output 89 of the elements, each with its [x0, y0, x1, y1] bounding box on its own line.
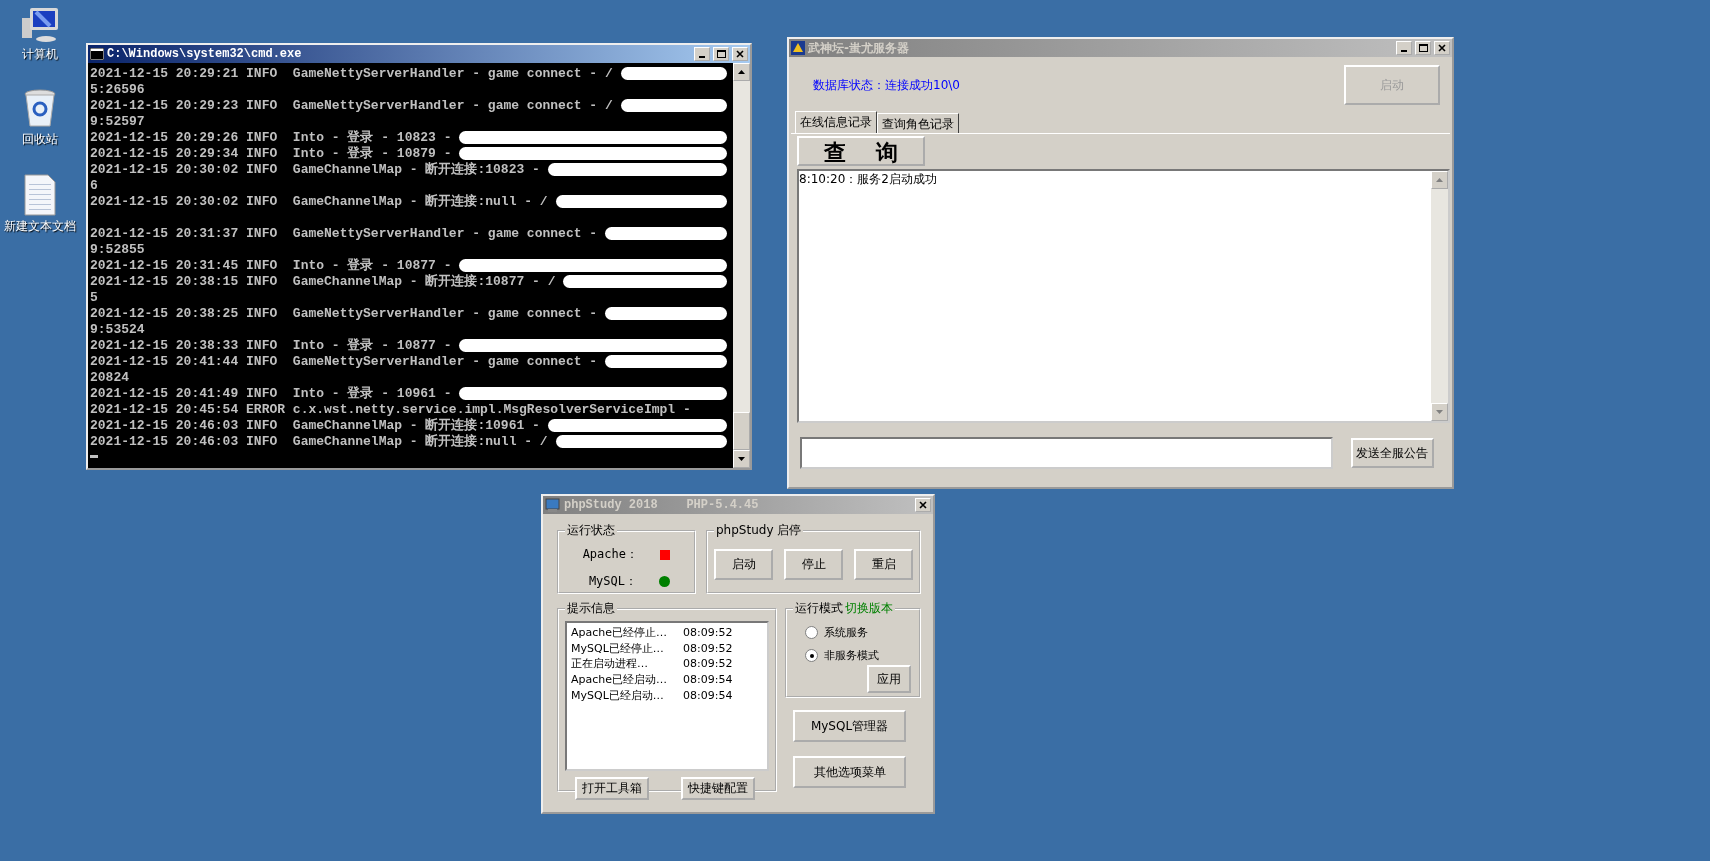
message-text: 正在启动进程…: [571, 656, 649, 672]
console-line: 9:53524: [90, 321, 145, 337]
message-text: MySQL已经启动…: [571, 687, 665, 703]
console-line: 2021-12-15 20:38:25 INFO GameNettyServerHandler - game connect -: [90, 305, 598, 321]
maximize-button[interactable]: [1415, 41, 1431, 55]
service-name: Apache：: [582, 546, 638, 563]
console-line: 2021-12-15 20:30:02 INFO GameChannelMap - 断开连接:10823 -: [90, 161, 540, 178]
group-title: phpStudy 启停: [716, 522, 802, 539]
scrollbar[interactable]: [1431, 171, 1448, 421]
apply-button[interactable]: 应用: [867, 665, 911, 693]
message-time: 08:09:52: [683, 626, 734, 640]
tab[interactable]: 查询角色记录: [877, 113, 959, 133]
send-announcement-button[interactable]: 发送全服公告: [1350, 438, 1434, 468]
message-text: Apache已经启动…: [571, 672, 669, 688]
desktop-icon-label[interactable]: 计算机: [22, 46, 58, 63]
scroll-down-icon: [738, 457, 745, 461]
service-name: MySQL：: [588, 573, 637, 590]
console-line: 2021-12-15 20:41:49 INFO Into - 登录 - 10961 -: [90, 385, 452, 402]
console-line: 2021-12-15 20:46:03 INFO GameChannelMap - 断开连接:null - /: [90, 433, 548, 450]
group-title: 运行状态: [567, 522, 615, 539]
message-time: 08:09:54: [683, 688, 734, 702]
console-line: 2021-12-15 20:29:21 INFO GameNettyServerHandler - game connect - /: [90, 65, 613, 81]
message-text: MySQL已经停止…: [571, 640, 665, 656]
close-icon: [736, 50, 744, 58]
scroll-down-icon: [1436, 410, 1443, 414]
message-text: Apache已经停止…: [571, 625, 669, 641]
message-time: 08:09:54: [683, 673, 734, 687]
console-line: 2021-12-15 20:38:33 INFO Into - 登录 - 10877 -: [90, 337, 452, 354]
console-line: 2021-12-15 20:29:34 INFO Into - 登录 - 10879 -: [90, 145, 452, 162]
console-line: 9:52855: [90, 241, 145, 257]
text-cursor: [90, 455, 98, 458]
console-line: 2021-12-15 20:31:37 INFO GameNettyServerHandler - game connect -: [90, 225, 598, 241]
window-title: C:\Windows\system32\cmd.exe: [107, 47, 303, 61]
console-line: 2021-12-15 20:29:26 INFO Into - 登录 - 10823 -: [90, 129, 452, 146]
radio-label[interactable]: 系统服务: [824, 625, 868, 640]
radio-button[interactable]: [805, 649, 818, 662]
radio-label[interactable]: 非服务模式: [824, 648, 879, 663]
document-icon: [24, 174, 56, 216]
desktop-icon-label[interactable]: 新建文本文档: [4, 218, 76, 235]
tab[interactable]: 在线信息记录: [795, 111, 877, 133]
console-line: 2021-12-15 20:31:45 INFO Into - 登录 - 10877 -: [90, 257, 452, 274]
tool-button[interactable]: 快捷键配置: [681, 777, 755, 800]
minimize-button[interactable]: [1396, 41, 1412, 55]
close-button[interactable]: [732, 47, 748, 61]
console-line: 2021-12-15 20:30:02 INFO GameChannelMap - 断开连接:null - /: [90, 193, 548, 210]
app-icon: [545, 498, 561, 512]
scroll-up-icon: [1436, 178, 1443, 182]
group-title: 提示信息: [567, 600, 615, 617]
menu-button[interactable]: MySQL管理器: [793, 710, 906, 742]
console-line: 6: [90, 177, 98, 193]
desktop-icon-label[interactable]: 回收站: [22, 131, 58, 148]
control-button[interactable]: 停止: [784, 549, 843, 580]
database-status: 数据库状态：连接成功10\0: [813, 76, 960, 94]
log-line: 8:10:20：服务2启动成功: [799, 171, 938, 188]
tool-button[interactable]: 打开工具箱: [575, 777, 649, 800]
window-title: phpStudy 2018 PHP-5.4.45: [564, 498, 760, 512]
close-icon: [919, 501, 927, 509]
announcement-field[interactable]: [800, 437, 1333, 469]
console-line: 2021-12-15 20:29:23 INFO GameNettyServerHandler - game connect - /: [90, 97, 613, 113]
control-button[interactable]: 启动: [714, 549, 773, 580]
console-line: 5:26596: [90, 81, 145, 97]
scroll-thumb[interactable]: [733, 412, 750, 450]
console-line: 5: [90, 289, 98, 305]
console-app-icon: [90, 48, 104, 60]
console-line: 2021-12-15 20:38:15 INFO GameChannelMap - 断开连接:10877 - /: [90, 273, 556, 290]
minimize-button[interactable]: [694, 47, 710, 61]
close-button[interactable]: [915, 498, 931, 512]
console-line: 2021-12-15 20:45:54 ERROR c.x.wst.netty.service.impl.MsgResolverServiceImpl -: [90, 401, 691, 417]
group-title: 运行模式: [795, 600, 843, 617]
message-time: 08:09:52: [683, 641, 734, 655]
maximize-icon: [716, 50, 726, 58]
control-button[interactable]: 重启: [854, 549, 913, 580]
query-button[interactable]: 查 询: [797, 136, 925, 166]
close-button[interactable]: [1434, 41, 1450, 55]
message-time: 08:09:52: [683, 657, 734, 671]
maximize-icon: [1418, 44, 1428, 52]
console-line: 2021-12-15 20:41:44 INFO GameNettyServerHandler - game connect -: [90, 353, 598, 369]
console-line: 9:52597: [90, 113, 145, 129]
close-icon: [1438, 44, 1446, 52]
window-title: 武神坛-蚩尤服务器: [808, 39, 910, 57]
maximize-button[interactable]: [713, 47, 729, 61]
radio-button[interactable]: [805, 626, 818, 639]
console-line: 2021-12-15 20:46:03 INFO GameChannelMap - 断开连接:10961 -: [90, 417, 540, 434]
scrollbar[interactable]: [733, 63, 750, 468]
scroll-up-icon: [738, 70, 745, 74]
menu-button[interactable]: 其他选项菜单: [793, 756, 906, 788]
console-line: 20824: [90, 369, 129, 385]
app-icon: [791, 41, 805, 55]
recycle-bin-icon: [23, 89, 57, 129]
